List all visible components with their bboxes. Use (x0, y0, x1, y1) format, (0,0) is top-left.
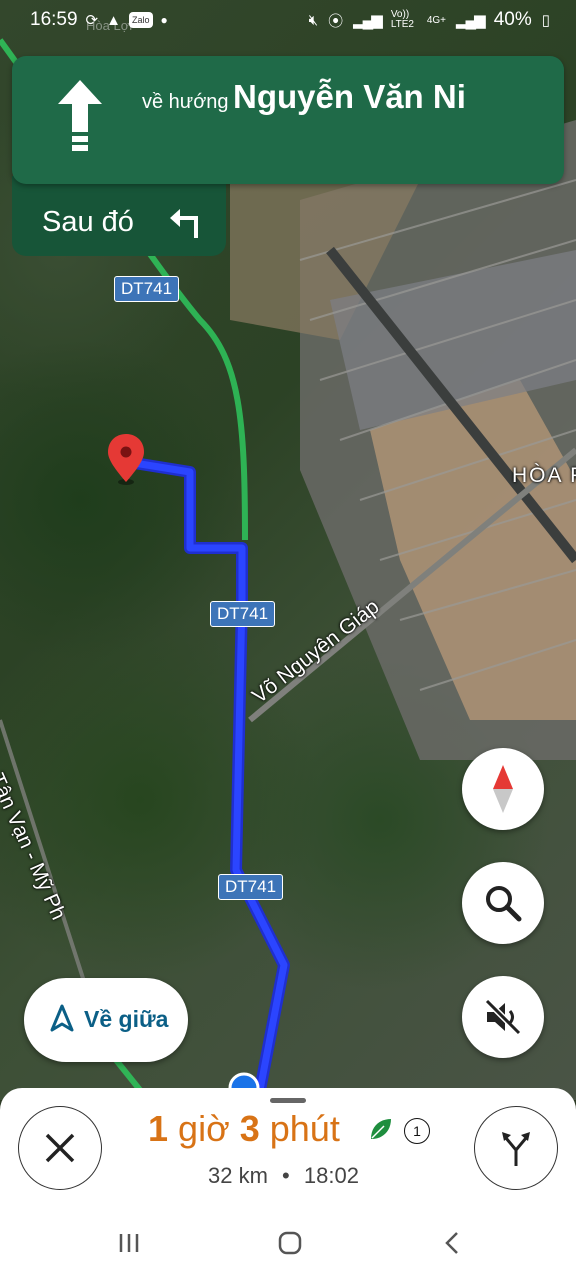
compass-icon (493, 765, 513, 813)
eta-duration: 1 giờ 3 phút (148, 1108, 340, 1150)
status-bar: 16:59 ⟳ ▲ Zalo ● 🔇︎ ⦿ ▂▄▆ Vo)) LTE2 4G+ … (0, 0, 576, 42)
trip-distance: 32 km (208, 1163, 268, 1188)
instruction-text: về hướng Nguyễn Văn Ni (142, 76, 542, 125)
volte-label: Vo)) LTE2 (390, 9, 414, 30)
eta-minutes-unit: phút (269, 1108, 340, 1149)
home-icon[interactable] (277, 1230, 303, 1256)
mute-icon: 🔇︎ (308, 11, 319, 29)
signal-icon-2: ▂▄▆ (456, 12, 486, 29)
voice-muted-icon (484, 998, 522, 1036)
then-banner[interactable]: Sau đó (12, 176, 226, 256)
recenter-label: Về giữa (84, 1006, 169, 1032)
battery-icon: ▯ (541, 12, 550, 29)
destination-pin-icon (108, 434, 144, 485)
drag-handle[interactable] (270, 1098, 306, 1103)
trip-separator: • (282, 1163, 290, 1188)
street-name: Nguyễn Văn Ni (233, 78, 466, 115)
arrow-straight-icon (58, 80, 102, 151)
voice-mute-button[interactable] (462, 976, 544, 1058)
network-type: 4G+ (426, 14, 446, 26)
system-navigation-bar (0, 1210, 576, 1280)
eta-hours: 1 (148, 1108, 169, 1149)
then-label: Sau đó (42, 206, 134, 238)
trip-details: 32 km • 18:02 (208, 1163, 359, 1189)
road-shield: DT741 (218, 874, 284, 900)
route-options-button[interactable] (474, 1106, 558, 1190)
area-name-label: HÒA P (512, 464, 576, 487)
road-shield: DT741 (210, 601, 276, 627)
search-button[interactable] (462, 862, 544, 944)
navigation-icon: ▲ (106, 11, 121, 29)
notification-dot-icon: ● (160, 13, 168, 27)
sync-icon: ⟳ (85, 12, 99, 29)
compass-button[interactable] (462, 748, 544, 830)
road-shield: DT741 (114, 276, 180, 302)
direction-prefix: về hướng (142, 91, 229, 113)
navigation-banner[interactable]: về hướng Nguyễn Văn Ni (12, 56, 564, 184)
back-icon[interactable] (440, 1230, 466, 1256)
eta-hours-unit: giờ (178, 1108, 230, 1149)
search-icon (486, 886, 522, 922)
arrival-time: 18:02 (303, 1163, 359, 1188)
navigation-arrow-icon (50, 1004, 74, 1032)
fork-route-icon (502, 1132, 530, 1166)
location-icon: ⦿ (328, 12, 344, 30)
signal-icon: ▂▄▆ (353, 12, 383, 29)
trip-summary-sheet[interactable]: 1 giờ 3 phút 1 32 km • 18:02 (0, 1088, 576, 1210)
eco-leaf-icon (371, 1119, 391, 1139)
status-time: 16:59 (30, 9, 78, 30)
exit-navigation-button[interactable] (18, 1106, 102, 1190)
recent-apps-icon[interactable] (116, 1230, 142, 1256)
battery-percent: 40% (493, 9, 532, 30)
zalo-icon: Zalo (128, 12, 153, 28)
recenter-button[interactable]: Về giữa (24, 978, 188, 1062)
close-icon (45, 1133, 75, 1163)
alternate-routes-icon: 1 (404, 1118, 430, 1144)
eta-minutes: 3 (239, 1108, 260, 1149)
turn-left-icon (170, 209, 198, 238)
